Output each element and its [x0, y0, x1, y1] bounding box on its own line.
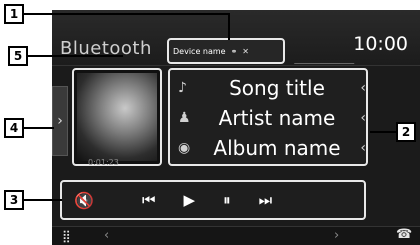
callout-1: 1: [4, 4, 24, 24]
bluetooth-connection-icon: ⚭: [230, 46, 238, 56]
figure: Bluetooth Device name ⚭ ✕ 10:00 › 0:01:2…: [0, 0, 420, 245]
album-name: Album name: [213, 136, 341, 160]
playback-controls: 🔇 ⏮ ▶ ⏸ ⏭: [60, 180, 366, 220]
next-track-icon[interactable]: ⏭: [259, 191, 273, 209]
signal-icon: ✕: [242, 46, 249, 56]
leader-1-drop: [228, 13, 230, 40]
leader-2: [370, 131, 396, 133]
album-art: [77, 73, 157, 161]
track-info-panel: ♪ Song title ‹ ♟ Artist name ‹ ◉ Album n…: [168, 68, 368, 166]
clock: 10:00: [353, 33, 408, 55]
nav-right-icon[interactable]: ›: [334, 228, 339, 243]
mute-icon[interactable]: 🔇: [74, 191, 114, 210]
album-row[interactable]: ◉ Album name ‹: [178, 134, 366, 162]
side-tab-arrow-icon: ›: [57, 113, 63, 129]
disc-icon: ◉: [178, 140, 191, 156]
status-indicator: [293, 50, 363, 64]
song-title-row[interactable]: ♪ Song title ‹: [178, 74, 366, 102]
artist-row[interactable]: ♟ Artist name ‹: [178, 104, 366, 132]
scroll-left-icon[interactable]: ‹: [354, 110, 366, 126]
scroll-left-icon[interactable]: ‹: [354, 140, 366, 156]
leader-5: [28, 55, 123, 57]
nav-left-icon[interactable]: ‹: [104, 228, 109, 243]
callout-3: 3: [4, 190, 24, 210]
previous-track-icon[interactable]: ⏮: [142, 191, 156, 209]
elapsed-time: 0:01:23: [88, 158, 119, 167]
music-note-icon: ♪: [178, 80, 187, 96]
leader-3: [24, 199, 62, 201]
album-art-frame[interactable]: [72, 68, 162, 166]
device-name: Device name: [173, 46, 226, 56]
side-tab[interactable]: ›: [52, 86, 68, 156]
scroll-left-icon[interactable]: ‹: [354, 80, 366, 96]
menu-grid-icon[interactable]: ⣿: [62, 229, 71, 243]
play-icon[interactable]: ▶: [184, 191, 196, 209]
leader-4: [24, 127, 54, 129]
phone-icon[interactable]: ☎: [396, 227, 412, 242]
bottom-bar: ⣿ ‹ › ☎: [52, 226, 420, 245]
head-unit-screen: Bluetooth Device name ⚭ ✕ 10:00 › 0:01:2…: [52, 10, 420, 245]
song-title: Song title: [229, 76, 325, 100]
artist-icon: ♟: [178, 110, 191, 126]
pause-icon[interactable]: ⏸: [223, 191, 231, 209]
callout-5: 5: [8, 46, 28, 66]
top-bar: Bluetooth Device name ⚭ ✕ 10:00: [52, 10, 420, 66]
callout-4: 4: [4, 118, 24, 138]
leader-1: [24, 13, 229, 15]
artist-name: Artist name: [218, 106, 336, 130]
device-name-area[interactable]: Device name ⚭ ✕: [167, 38, 285, 64]
callout-2: 2: [396, 122, 416, 142]
